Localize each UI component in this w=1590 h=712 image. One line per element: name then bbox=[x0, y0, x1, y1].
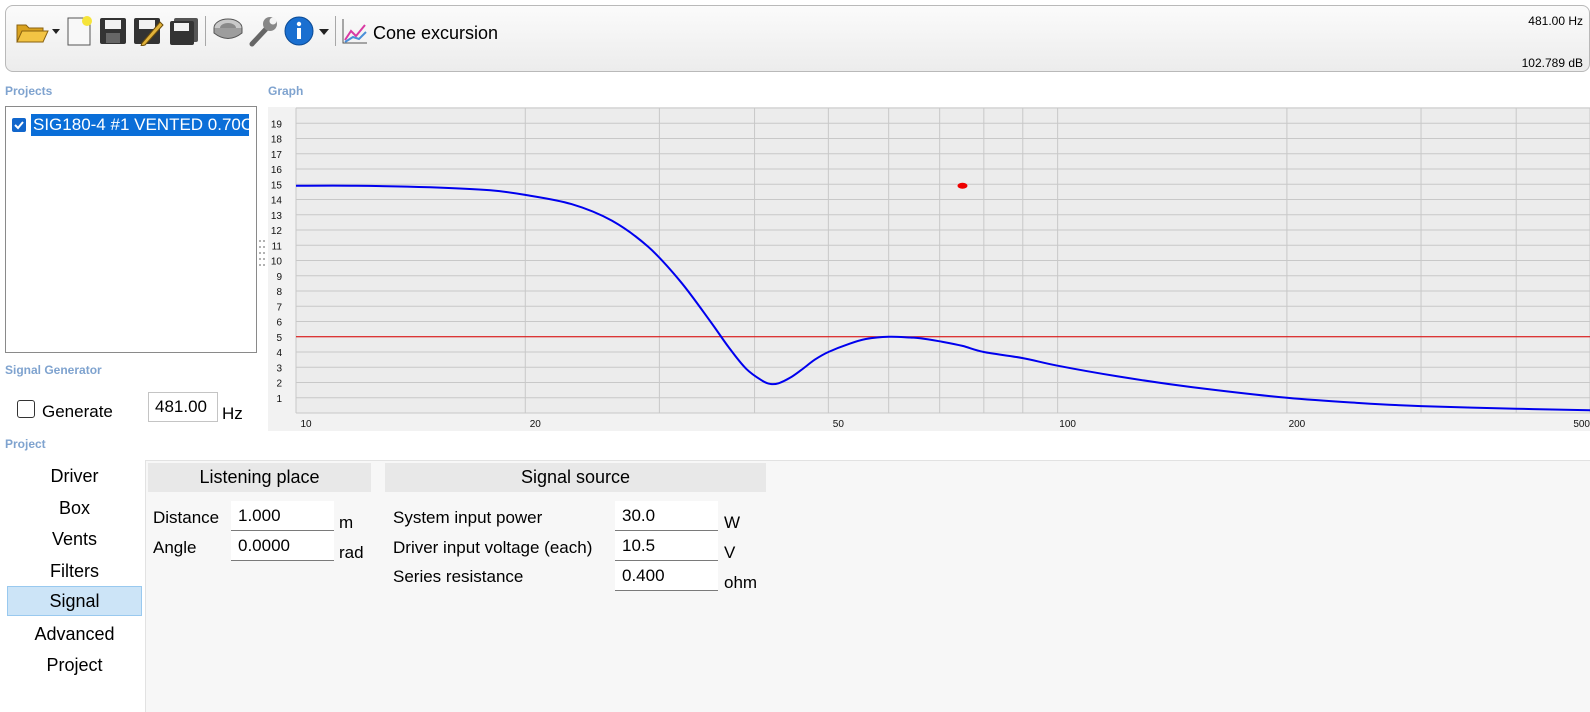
series-resistance-unit: ohm bbox=[724, 573, 758, 592]
save-as-button[interactable] bbox=[132, 14, 164, 48]
projects-section-label: Projects bbox=[5, 84, 53, 98]
y-tick-label: 7 bbox=[276, 302, 282, 313]
y-tick-label: 12 bbox=[271, 226, 283, 237]
system-input-power-input[interactable]: 30.0 bbox=[615, 501, 718, 531]
nav-item-driver[interactable]: Driver bbox=[7, 461, 142, 491]
driver-button[interactable] bbox=[211, 14, 245, 48]
nav-item-vents[interactable]: Vents bbox=[7, 524, 142, 554]
new-document-icon bbox=[67, 16, 92, 46]
y-tick-label: 18 bbox=[271, 135, 283, 146]
project-section-label: Project bbox=[5, 437, 46, 451]
y-tick-label: 5 bbox=[276, 333, 282, 344]
frequency-readout: 481.00 Hz bbox=[1528, 14, 1583, 28]
graph-type-label[interactable]: Cone excursion bbox=[373, 23, 498, 44]
system-input-power-unit: W bbox=[724, 513, 741, 532]
angle-input[interactable]: 0.0000 bbox=[231, 531, 334, 561]
grid-lines bbox=[295, 107, 1590, 414]
save-all-icon bbox=[170, 18, 198, 45]
x-tick-label: 100 bbox=[1059, 419, 1076, 430]
level-readout: 102.789 dB bbox=[1521, 56, 1583, 70]
info-button[interactable] bbox=[283, 14, 331, 48]
y-tick-label: 2 bbox=[276, 379, 282, 390]
x-tick-label: 200 bbox=[1289, 419, 1306, 430]
cursor-marker bbox=[957, 182, 968, 189]
save-edit-icon bbox=[134, 18, 164, 46]
nav-item-signal[interactable]: Signal bbox=[7, 586, 142, 616]
save-icon bbox=[100, 18, 126, 44]
toolbar-separator bbox=[335, 16, 336, 46]
y-tick-label: 1 bbox=[276, 394, 282, 405]
toolbar-separator bbox=[205, 16, 206, 46]
save-all-button[interactable] bbox=[168, 14, 200, 48]
generator-frequency-unit: Hz bbox=[222, 404, 243, 423]
project-settings-panel bbox=[145, 460, 1590, 712]
signal-source-header: Signal source bbox=[385, 463, 766, 492]
system-input-power-label: System input power bbox=[393, 508, 543, 527]
project-checkbox[interactable] bbox=[12, 118, 26, 132]
wrench-icon bbox=[249, 17, 277, 47]
speaker-icon bbox=[213, 18, 243, 39]
listening-place-header: Listening place bbox=[148, 463, 371, 492]
graph-type-button[interactable] bbox=[340, 14, 370, 48]
distance-label: Distance bbox=[153, 508, 220, 527]
x-tick-label: 10 bbox=[300, 419, 312, 430]
signal-generator-section-label: Signal Generator bbox=[5, 363, 102, 377]
open-folder-icon bbox=[16, 24, 60, 43]
series-resistance-label: Series resistance bbox=[393, 567, 524, 586]
y-tick-label: 11 bbox=[272, 241, 283, 252]
y-tick-label: 6 bbox=[276, 318, 282, 329]
x-tick-label: 50 bbox=[833, 419, 845, 430]
y-tick-label: 3 bbox=[276, 363, 282, 374]
nav-item-filters[interactable]: Filters bbox=[7, 556, 142, 586]
projects-list[interactable]: SIG180-4 #1 VENTED 0.70C bbox=[5, 106, 257, 353]
nav-item-box[interactable]: Box bbox=[7, 493, 142, 523]
angle-unit: rad bbox=[339, 543, 364, 562]
driver-input-voltage-label: Driver input voltage (each) bbox=[393, 538, 593, 557]
driver-input-voltage-input[interactable]: 10.5 bbox=[615, 531, 718, 561]
nav-item-advanced[interactable]: Advanced bbox=[7, 619, 142, 649]
generate-label[interactable]: Generate bbox=[42, 402, 113, 422]
y-tick-label: 15 bbox=[271, 180, 283, 191]
y-tick-label: 16 bbox=[271, 165, 283, 176]
toolbar: Cone excursion 481.00 Hz 102.789 dB bbox=[5, 5, 1590, 72]
y-tick-label: 19 bbox=[271, 119, 283, 130]
y-tick-label: 4 bbox=[276, 348, 282, 359]
project-list-item[interactable]: SIG180-4 #1 VENTED 0.70C bbox=[12, 114, 249, 136]
info-icon bbox=[284, 16, 329, 46]
open-folder-button[interactable] bbox=[15, 14, 61, 48]
save-button[interactable] bbox=[98, 14, 128, 48]
y-tick-label: 13 bbox=[271, 211, 283, 222]
distance-unit: m bbox=[339, 513, 354, 532]
generate-checkbox[interactable] bbox=[17, 400, 35, 418]
graph-section-label: Graph bbox=[268, 84, 304, 98]
y-tick-label: 17 bbox=[271, 150, 283, 161]
angle-label: Angle bbox=[153, 538, 197, 557]
y-tick-label: 9 bbox=[276, 272, 282, 283]
y-tick-label: 8 bbox=[276, 287, 282, 298]
distance-input[interactable]: 1.000 bbox=[231, 501, 334, 531]
new-project-button[interactable] bbox=[64, 14, 94, 48]
series-resistance-input[interactable]: 0.400 bbox=[615, 561, 718, 591]
y-tick-label: 14 bbox=[271, 196, 283, 207]
project-name[interactable]: SIG180-4 #1 VENTED 0.70C bbox=[31, 114, 249, 136]
driver-input-voltage-unit: V bbox=[724, 543, 736, 562]
checkmark-icon bbox=[14, 121, 24, 130]
nav-item-project[interactable]: Project bbox=[7, 650, 142, 680]
cone-excursion-chart[interactable]: 12345678910111213141516171819 10 20 50 100 2… bbox=[268, 107, 1590, 431]
chart-icon bbox=[342, 19, 367, 44]
generator-frequency-input[interactable]: 481.00 bbox=[148, 392, 218, 422]
x-tick-label: 500 bbox=[1573, 419, 1590, 430]
x-tick-label: 20 bbox=[530, 419, 542, 430]
settings-button[interactable] bbox=[247, 14, 281, 48]
splitter-grip-icon[interactable] bbox=[258, 238, 266, 268]
y-tick-label: 10 bbox=[271, 257, 283, 268]
